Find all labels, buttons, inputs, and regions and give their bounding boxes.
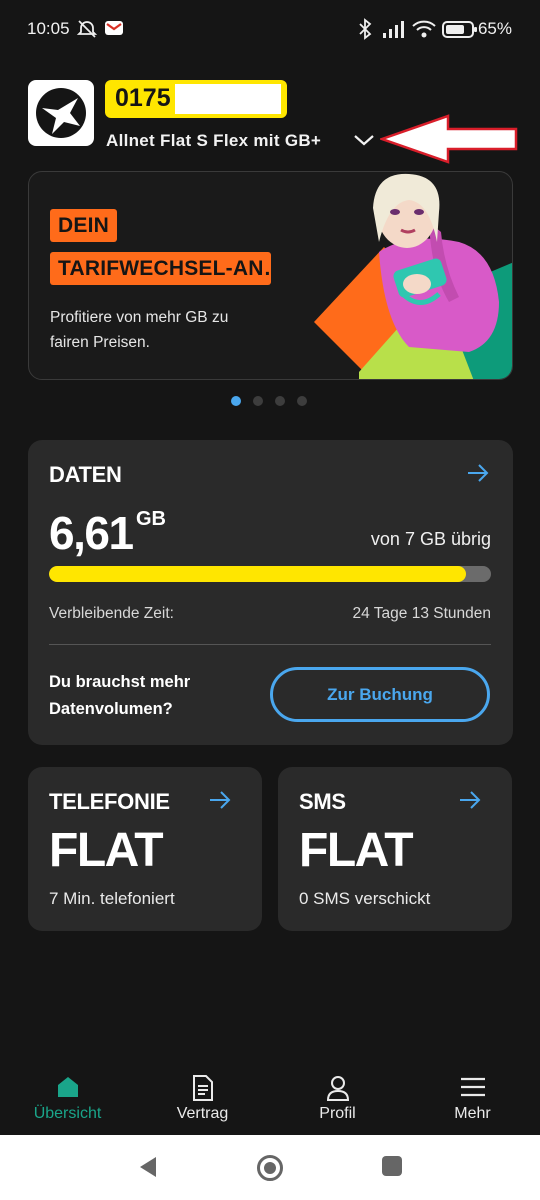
remaining-time-value: 24 Tage 13 Stunden xyxy=(352,605,491,622)
tariff-selector[interactable]: Allnet Flat S Flex mit GB+ xyxy=(106,131,321,151)
data-remaining-unit: GB xyxy=(136,508,166,530)
pagination-dot[interactable] xyxy=(231,396,241,406)
home-button-icon[interactable] xyxy=(256,1154,284,1182)
back-icon[interactable] xyxy=(136,1155,160,1179)
annotation-arrow-icon xyxy=(380,114,518,164)
data-card[interactable]: DATEN 6,61 GB von 7 GB übrig Verbleibend… xyxy=(28,440,513,745)
menu-icon xyxy=(460,1077,485,1097)
telefonie-value: FLAT xyxy=(49,824,164,877)
pagination-dot[interactable] xyxy=(275,396,285,406)
pagination-dot[interactable] xyxy=(253,396,263,406)
promo-pagination[interactable] xyxy=(231,396,307,406)
nav-item-profil[interactable]: Profil xyxy=(270,1068,405,1134)
battery-icon xyxy=(442,21,477,38)
phone-number-badge: 0175 xyxy=(105,80,287,118)
arrow-right-icon[interactable] xyxy=(208,789,232,811)
gmail-icon xyxy=(105,21,123,35)
promo-tag-2: TARIFWECHSEL-AN… xyxy=(50,252,271,285)
nav-item-mehr[interactable]: Mehr xyxy=(405,1068,540,1134)
booking-button[interactable]: Zur Buchung xyxy=(270,667,490,722)
status-bar: 10:05 65% xyxy=(0,0,540,60)
recents-icon[interactable] xyxy=(381,1155,403,1177)
telefonie-sub: 7 Min. telefoniert xyxy=(49,889,175,908)
sms-card[interactable]: SMS FLAT 0 SMS verschickt xyxy=(278,767,512,931)
nav-label: Übersicht xyxy=(33,1105,102,1122)
promo-banner[interactable]: DEIN TARIFWECHSEL-AN… Profitiere von meh… xyxy=(28,171,513,380)
nav-item-vertrag[interactable]: Vertrag xyxy=(135,1068,270,1134)
phone-number-prefix: 0175 xyxy=(115,84,171,112)
arrow-right-icon[interactable] xyxy=(466,462,490,484)
arrow-right-icon[interactable] xyxy=(458,789,482,811)
nav-label: Vertrag xyxy=(176,1105,229,1122)
system-navigation-bar xyxy=(0,1135,540,1200)
promo-tag-1: DEIN xyxy=(50,209,117,242)
sms-sub: 0 SMS verschickt xyxy=(299,889,431,908)
battery-percent: 65% xyxy=(477,19,512,38)
data-remaining-amount: 6,61 xyxy=(49,507,134,559)
person-icon xyxy=(326,1076,349,1101)
home-icon xyxy=(57,1077,78,1097)
promo-text: Profitiere von mehr GB zu fairen Preisen… xyxy=(50,309,229,351)
data-progress-bar xyxy=(49,566,491,582)
pagination-dot[interactable] xyxy=(297,396,307,406)
telefonie-card[interactable]: TELEFONIE FLAT 7 Min. telefoniert xyxy=(28,767,262,931)
status-time: 10:05 xyxy=(27,19,70,38)
data-card-title: DATEN xyxy=(49,462,122,487)
sms-value: FLAT xyxy=(299,824,414,877)
nav-label: Profil xyxy=(319,1105,356,1122)
phone-number-redaction xyxy=(175,84,281,114)
bottom-navigation: Übersicht Vertrag Profil Mehr xyxy=(0,1068,540,1134)
nav-label: Mehr xyxy=(454,1105,491,1122)
remaining-time-label: Verbleibende Zeit: xyxy=(49,605,174,622)
signal-icon xyxy=(383,21,404,38)
upsell-text: Du brauchst mehr Datenvolumen? xyxy=(49,673,191,718)
wifi-icon xyxy=(412,20,436,38)
divider xyxy=(49,644,491,645)
chevron-down-icon[interactable] xyxy=(352,132,376,148)
alarm-off-icon xyxy=(76,20,98,38)
telefonie-card-title: TELEFONIE xyxy=(49,789,170,814)
bluetooth-icon xyxy=(359,18,372,40)
data-progress-fill xyxy=(49,566,467,582)
promo-woman-image xyxy=(314,173,512,379)
brand-logo xyxy=(28,80,94,146)
sms-card-title: SMS xyxy=(299,789,346,814)
nav-item-uebersicht[interactable]: Übersicht xyxy=(0,1068,135,1134)
document-icon xyxy=(192,1075,213,1101)
data-total: von 7 GB übrig xyxy=(370,529,491,549)
